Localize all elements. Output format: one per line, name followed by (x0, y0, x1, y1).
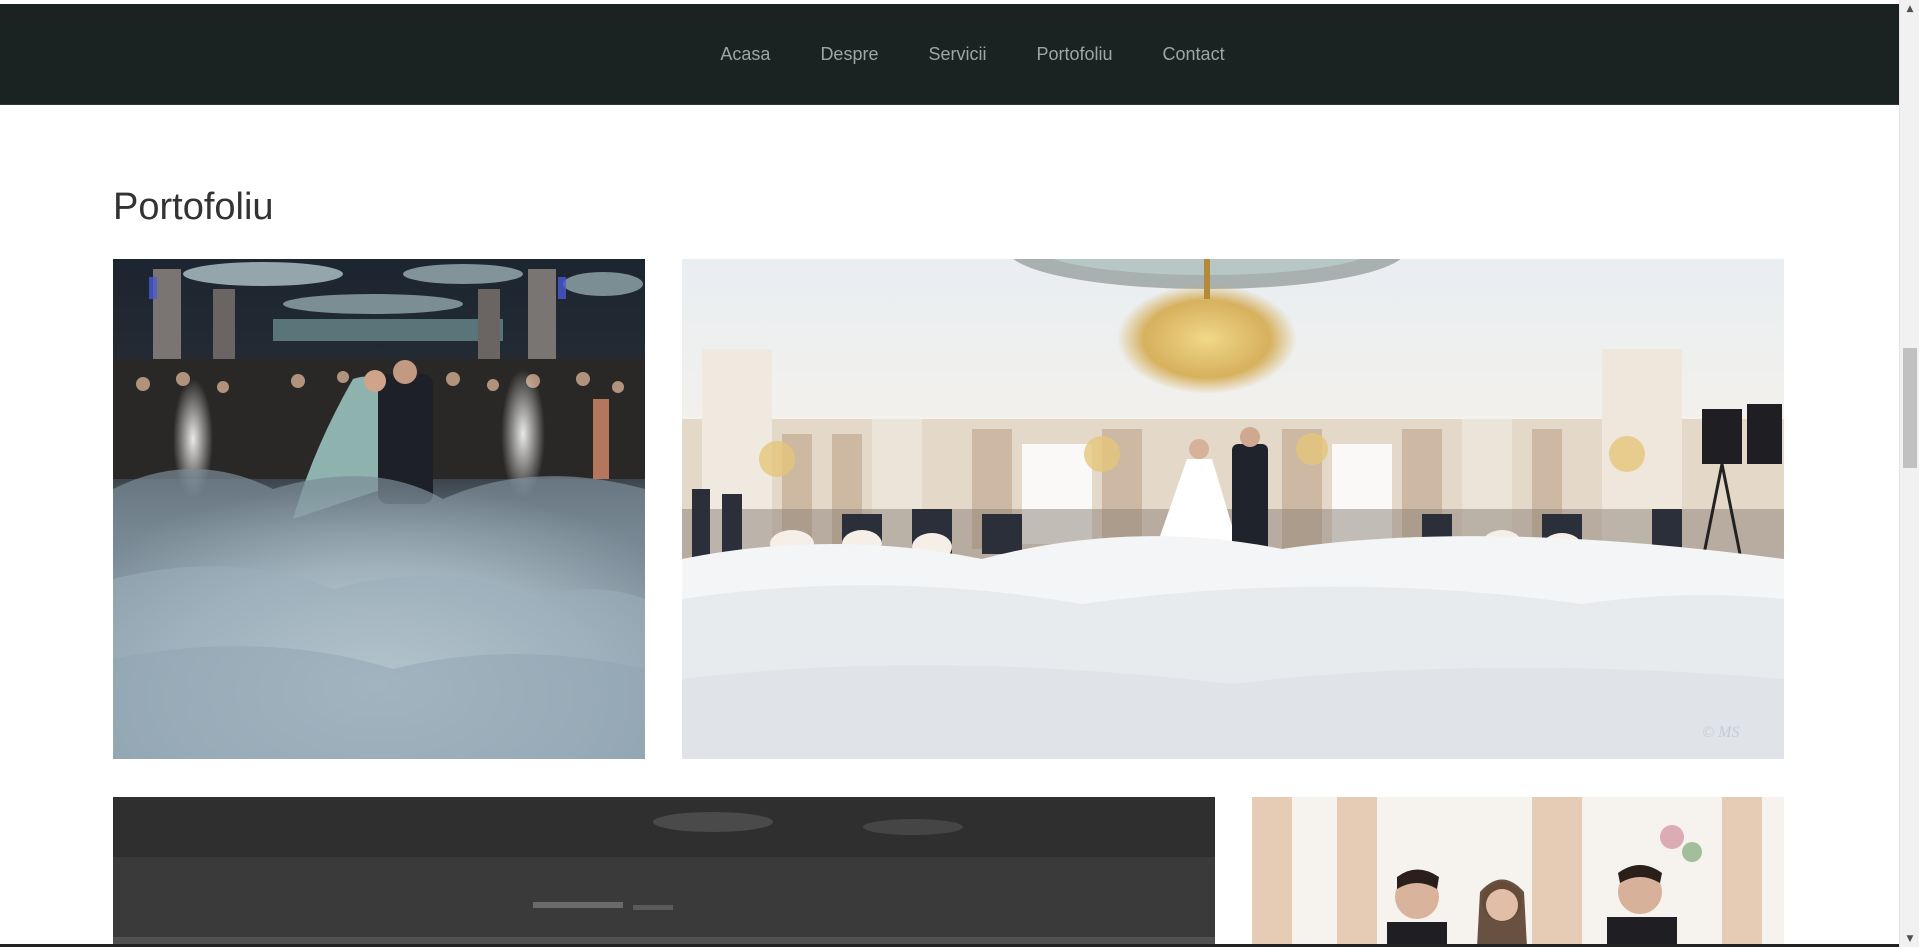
nav-item-despre[interactable]: Despre (795, 45, 903, 63)
portfolio-photo-first-dance-fog[interactable] (113, 259, 645, 759)
main-navbar: Acasa Despre Servicii Portofoliu Contact (0, 4, 1899, 105)
nav-item-acasa[interactable]: Acasa (695, 45, 795, 63)
photo-dark-hall-image (113, 797, 1215, 947)
portfolio-photo-dark-hall[interactable] (113, 797, 1215, 947)
portfolio-title: Portofoliu (113, 186, 274, 228)
vertical-scrollbar[interactable]: ▲ ▼ (1899, 0, 1919, 947)
nav-item-portofoliu[interactable]: Portofoliu (1011, 45, 1137, 63)
nav-list: Acasa Despre Servicii Portofoliu Contact (695, 45, 1249, 63)
photo-first-dance-fog-image (113, 259, 645, 759)
svg-text:© MS: © MS (1702, 724, 1739, 741)
scroll-down-arrow-icon[interactable]: ▼ (1900, 930, 1919, 947)
portfolio-photo-team[interactable] (1252, 797, 1784, 947)
scroll-up-arrow-icon[interactable]: ▲ (1900, 0, 1919, 17)
photo-ballroom-dance-image: © MS (682, 259, 1784, 759)
nav-item-servicii[interactable]: Servicii (903, 45, 1011, 63)
nav-item-contact[interactable]: Contact (1138, 45, 1250, 63)
scrollbar-thumb[interactable] (1903, 348, 1917, 468)
portfolio-photo-ballroom-dance[interactable]: © MS (682, 259, 1784, 759)
photo-team-image (1252, 797, 1784, 947)
page-viewport: Acasa Despre Servicii Portofoliu Contact… (0, 0, 1899, 947)
